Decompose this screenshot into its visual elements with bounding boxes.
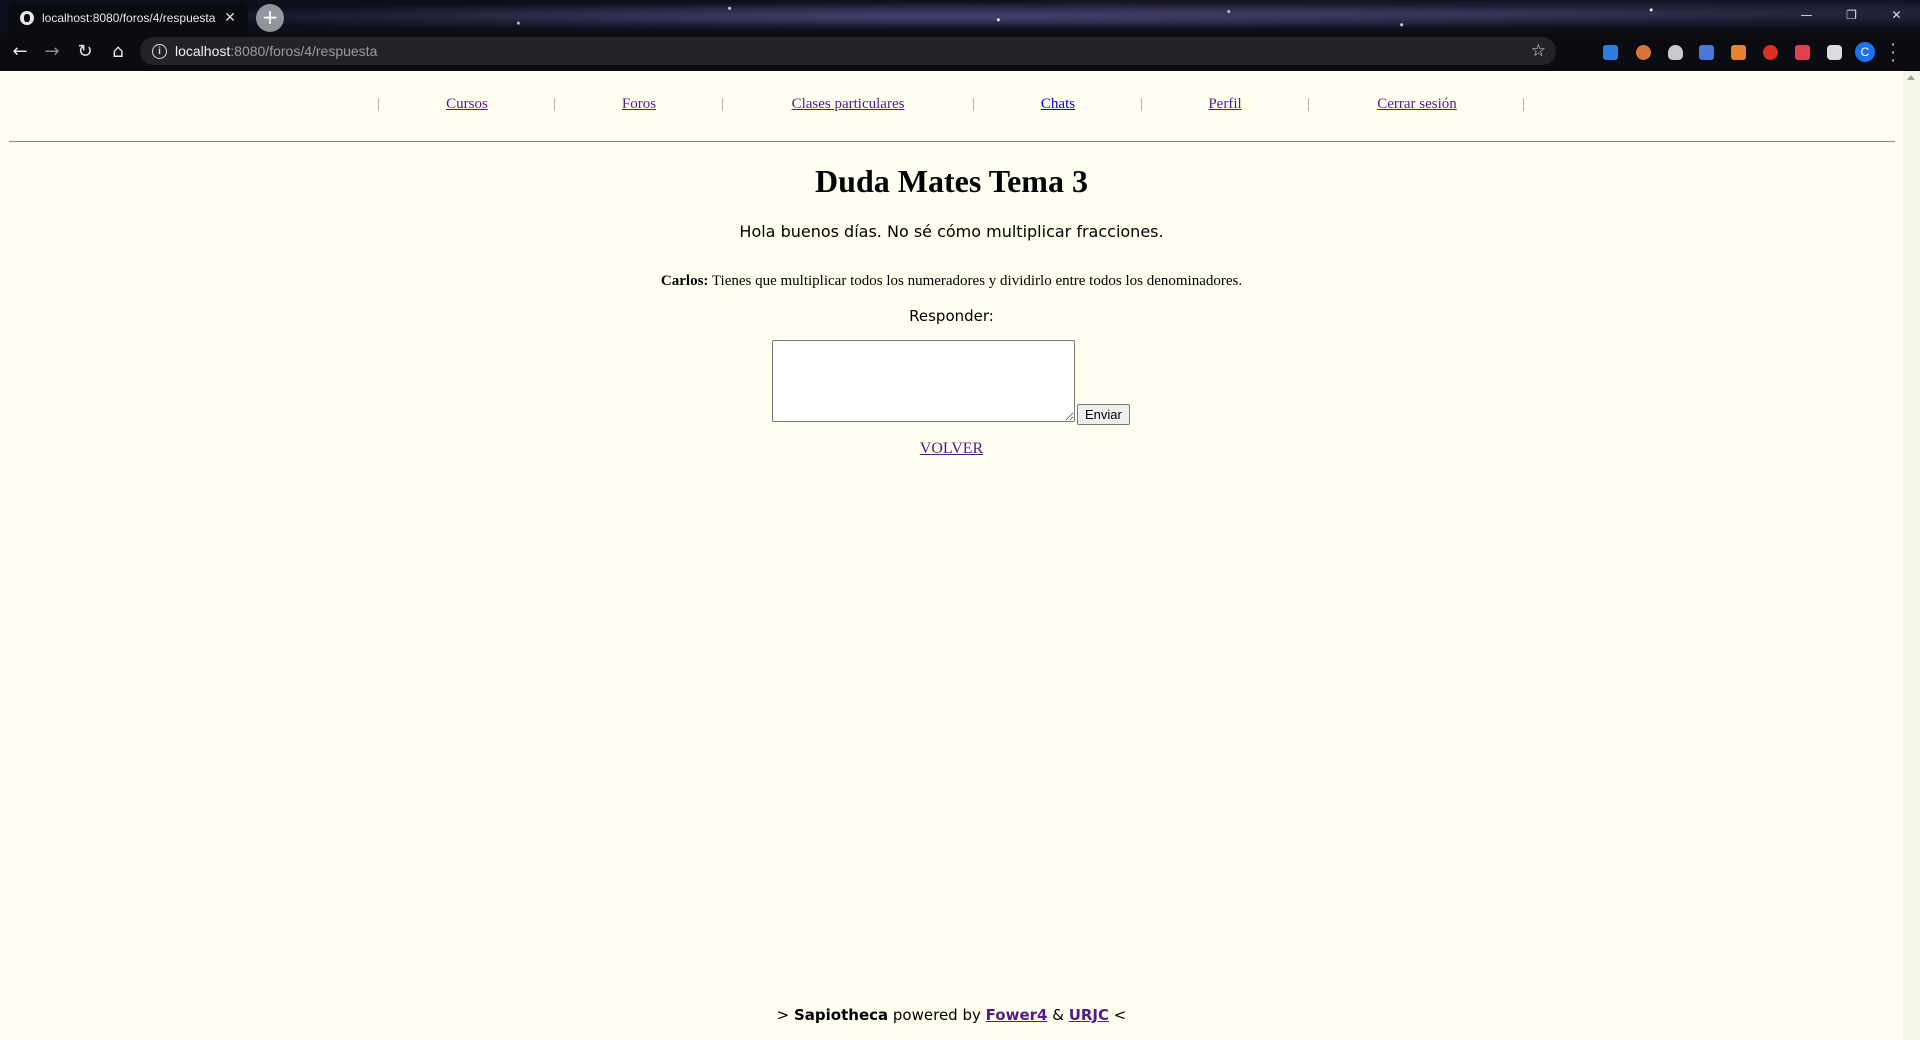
- back-link[interactable]: VOLVER: [920, 440, 983, 457]
- extension-red-m-icon[interactable]: [1763, 45, 1778, 60]
- header-divider: [9, 141, 1895, 142]
- new-tab-button[interactable]: +: [256, 4, 284, 32]
- nav-link-chats[interactable]: Chats: [1041, 96, 1075, 113]
- extension-orange-icon[interactable]: [1731, 45, 1746, 60]
- nav-link-foros[interactable]: Foros: [622, 96, 656, 113]
- answer-author: Carlos:: [660, 273, 709, 289]
- forward-icon[interactable]: →: [40, 40, 64, 64]
- tab-title: localhost:8080/foros/4/respuesta: [42, 10, 216, 25]
- nav-separator: |: [721, 96, 725, 112]
- footer-powered-by: powered by: [888, 1006, 986, 1024]
- extension-download-icon[interactable]: [1603, 45, 1618, 60]
- url-host: localhost: [175, 43, 231, 59]
- back-link-container: VOLVER: [0, 440, 1903, 458]
- page-scrollbar[interactable]: [1903, 71, 1920, 1040]
- home-icon[interactable]: ⌂: [106, 40, 130, 64]
- reply-label: Responder:: [909, 307, 994, 325]
- nav-separator: |: [972, 96, 976, 112]
- profile-avatar[interactable]: C: [1855, 42, 1875, 62]
- nav-link-cerrar-sesion[interactable]: Cerrar sesión: [1377, 96, 1457, 113]
- info-icon[interactable]: i: [152, 43, 167, 59]
- extension-avatar-icon[interactable]: [1636, 45, 1651, 60]
- reply-textarea[interactable]: [772, 340, 1075, 422]
- thread-question: Hola buenos días. No sé cómo multiplicar…: [739, 222, 1164, 241]
- answer-text: Tienes que multiplicar todos los numerad…: [708, 273, 1243, 289]
- scroll-up-arrow-icon[interactable]: [1907, 75, 1915, 80]
- nav-separator: |: [1522, 96, 1526, 112]
- nav-link-clases-particulares[interactable]: Clases particulares: [792, 96, 905, 113]
- url-path: :8080/foros/4/respuesta: [230, 43, 378, 59]
- footer-brand: Sapiotheca: [793, 1006, 889, 1024]
- footer-prefix: >: [776, 1006, 794, 1024]
- globe-icon: [20, 10, 34, 25]
- footer-suffix: <: [1109, 1006, 1127, 1024]
- bookmark-star-icon[interactable]: ☆: [1531, 41, 1546, 61]
- restore-button[interactable]: ❐: [1829, 0, 1874, 30]
- nav-separator: |: [377, 96, 381, 112]
- window-close-button[interactable]: ✕: [1874, 0, 1919, 30]
- nav-separator: |: [553, 96, 557, 112]
- extension-bulb-icon[interactable]: [1668, 45, 1683, 60]
- footer-ampersand: &: [1047, 1006, 1069, 1024]
- footer-link-fower4[interactable]: Fower4: [986, 1006, 1048, 1024]
- main-nav: | Cursos | Foros | Clases particulares |…: [0, 96, 1903, 120]
- nav-separator: |: [1140, 96, 1144, 112]
- footer: > Sapiotheca powered by Fower4 & URJC <: [0, 1006, 1903, 1024]
- extensions-puzzle-icon[interactable]: [1827, 45, 1842, 60]
- extension-translate-icon[interactable]: [1699, 45, 1714, 60]
- browser-tab[interactable]: localhost:8080/foros/4/respuesta ✕: [8, 2, 248, 33]
- browser-chrome: localhost:8080/foros/4/respuesta ✕ + — ❐…: [0, 0, 1920, 71]
- tab-strip: localhost:8080/foros/4/respuesta ✕ + — ❐…: [0, 0, 1920, 33]
- extension-red-grid-icon[interactable]: [1795, 45, 1810, 60]
- browser-toolbar: ← → ↻ ⌂ i localhost :8080/foros/4/respue…: [0, 33, 1920, 71]
- nav-separator: |: [1307, 96, 1311, 112]
- browser-menu-icon[interactable]: · · ·: [1888, 37, 1898, 69]
- footer-link-urjc[interactable]: URJC: [1069, 1006, 1109, 1024]
- answer-item: Carlos: Tienes que multiplicar todos los…: [0, 273, 1903, 290]
- address-bar[interactable]: i localhost :8080/foros/4/respuesta ☆: [140, 37, 1556, 65]
- nav-link-cursos[interactable]: Cursos: [446, 96, 488, 113]
- tab-close-icon[interactable]: ✕: [222, 9, 238, 26]
- thread-title: Duda Mates Tema 3: [815, 163, 1088, 199]
- send-button[interactable]: Enviar: [1077, 404, 1130, 425]
- nav-link-perfil[interactable]: Perfil: [1208, 96, 1241, 113]
- minimize-button[interactable]: —: [1784, 0, 1829, 30]
- page-content: | Cursos | Foros | Clases particulares |…: [0, 71, 1903, 1040]
- back-icon[interactable]: ←: [8, 40, 32, 64]
- reload-icon[interactable]: ↻: [73, 40, 97, 64]
